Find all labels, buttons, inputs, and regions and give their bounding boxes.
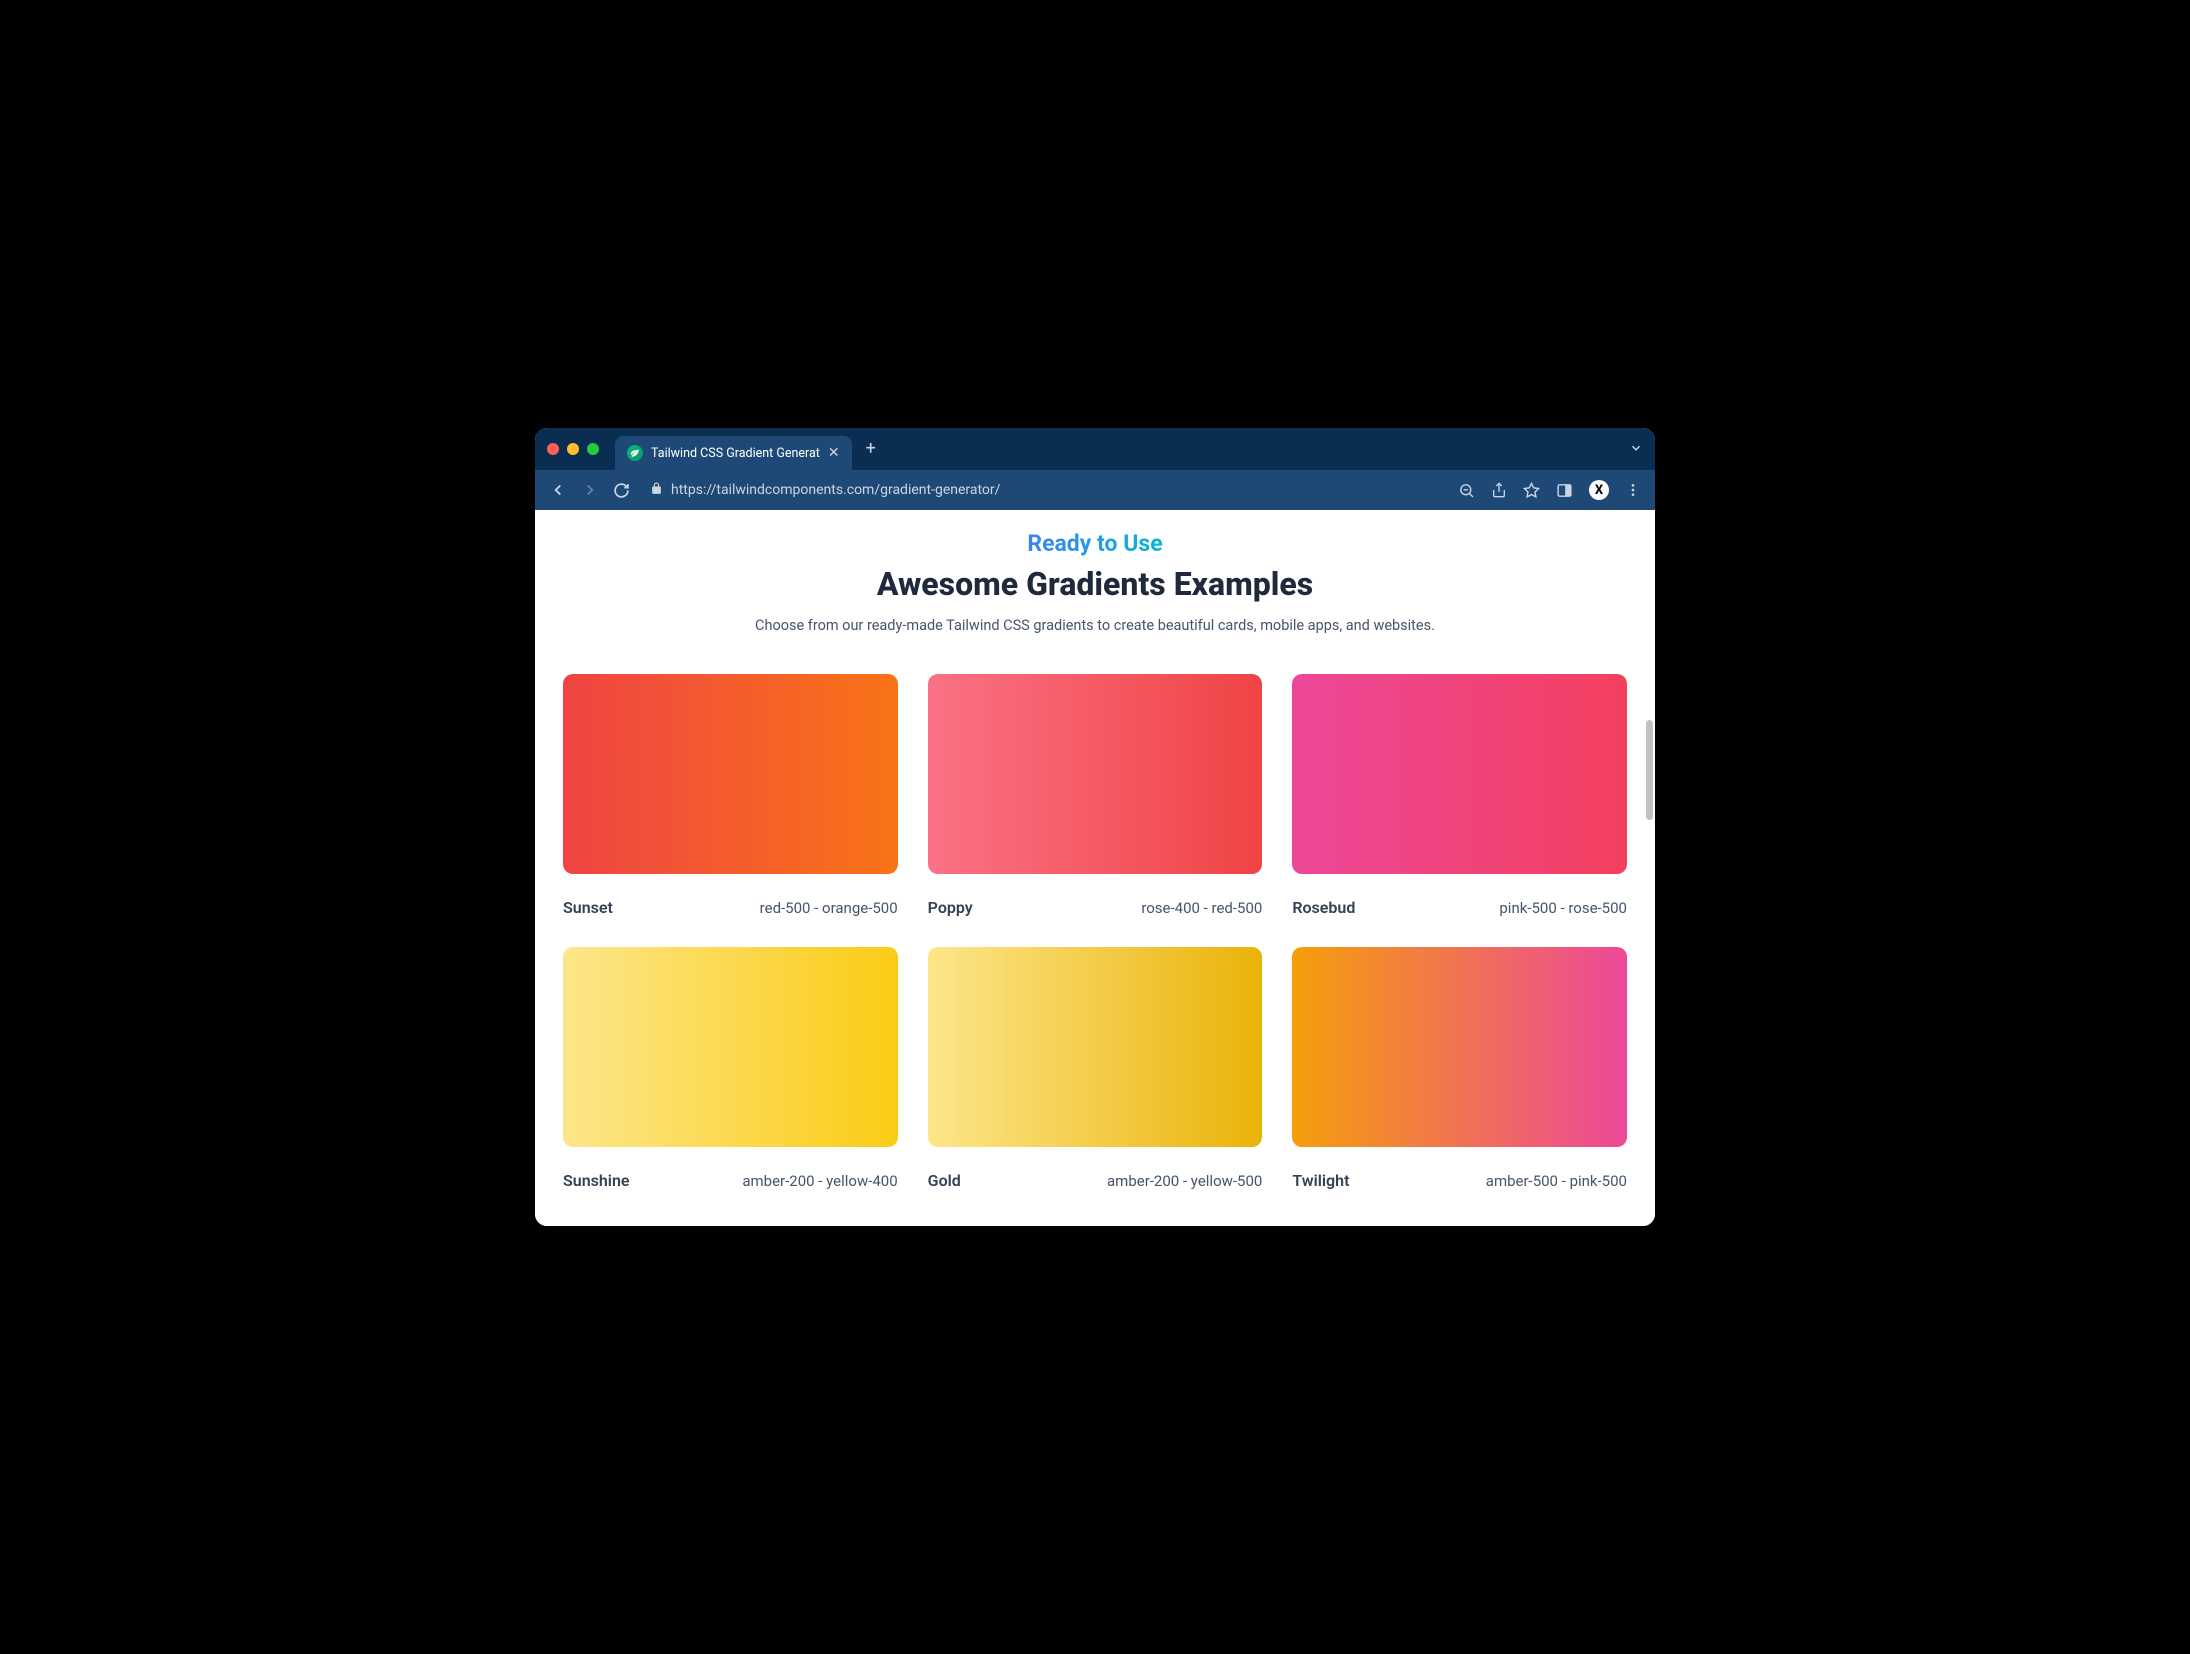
tab-title: Tailwind CSS Gradient Generat <box>651 446 820 461</box>
gradient-card[interactable]: Sunshine amber-200 - yellow-400 <box>563 947 898 1190</box>
forward-button[interactable] <box>581 481 599 499</box>
browser-toolbar: https://tailwindcomponents.com/gradient-… <box>535 470 1655 510</box>
address-bar[interactable]: https://tailwindcomponents.com/gradient-… <box>644 482 1444 499</box>
page-subtitle: Choose from our ready-made Tailwind CSS … <box>553 617 1637 634</box>
gradient-card[interactable]: Sunset red-500 - orange-500 <box>563 674 898 917</box>
toolbar-right: X <box>1458 480 1641 500</box>
gradient-colors-label: rose-400 - red-500 <box>1141 899 1262 917</box>
back-button[interactable] <box>549 481 567 499</box>
gradient-swatch[interactable] <box>563 947 898 1147</box>
leaf-icon <box>627 445 643 461</box>
gradient-card[interactable]: Poppy rose-400 - red-500 <box>928 674 1263 917</box>
gradient-card[interactable]: Twilight amber-500 - pink-500 <box>1292 947 1627 1190</box>
gradient-name: Gold <box>928 1171 961 1190</box>
gradient-colors-label: pink-500 - rose-500 <box>1499 899 1627 917</box>
gradient-swatch[interactable] <box>1292 947 1627 1147</box>
tabs-menu-button[interactable] <box>1629 440 1643 459</box>
gradient-swatch[interactable] <box>928 947 1263 1147</box>
gradient-colors-label: amber-200 - yellow-500 <box>1107 1172 1262 1190</box>
window-maximize-button[interactable] <box>587 443 599 455</box>
reload-button[interactable] <box>613 482 630 499</box>
card-footer: Gold amber-200 - yellow-500 <box>928 1171 1263 1190</box>
card-footer: Poppy rose-400 - red-500 <box>928 898 1263 917</box>
card-footer: Sunset red-500 - orange-500 <box>563 898 898 917</box>
bookmark-icon[interactable] <box>1523 482 1540 499</box>
gradient-swatch[interactable] <box>928 674 1263 874</box>
window-close-button[interactable] <box>547 443 559 455</box>
gradient-name: Rosebud <box>1292 898 1355 917</box>
url-text: https://tailwindcomponents.com/gradient-… <box>671 482 1000 498</box>
profile-avatar[interactable]: X <box>1589 480 1609 500</box>
gradient-name: Twilight <box>1292 1171 1349 1190</box>
zoom-icon[interactable] <box>1458 482 1475 499</box>
window-minimize-button[interactable] <box>567 443 579 455</box>
gradient-grid: Sunset red-500 - orange-500 Poppy rose-400 … <box>553 674 1637 1190</box>
gradient-name: Sunset <box>563 898 613 917</box>
browser-window: Tailwind CSS Gradient Generat ✕ + https:… <box>535 428 1655 1226</box>
sidepanel-icon[interactable] <box>1556 482 1573 499</box>
eyebrow: Ready to Use <box>1027 530 1162 557</box>
lock-icon <box>650 482 663 499</box>
gradient-swatch[interactable] <box>1292 674 1627 874</box>
menu-icon[interactable] <box>1625 482 1641 498</box>
gradient-colors-label: red-500 - orange-500 <box>760 899 898 917</box>
gradient-card[interactable]: Gold amber-200 - yellow-500 <box>928 947 1263 1190</box>
traffic-lights <box>547 443 599 455</box>
card-footer: Sunshine amber-200 - yellow-400 <box>563 1171 898 1190</box>
page-content: Ready to Use Awesome Gradients Examples … <box>535 510 1655 1226</box>
card-footer: Rosebud pink-500 - rose-500 <box>1292 898 1627 917</box>
close-tab-icon[interactable]: ✕ <box>828 446 840 460</box>
gradient-card[interactable]: Rosebud pink-500 - rose-500 <box>1292 674 1627 917</box>
page-title: Awesome Gradients Examples <box>553 565 1637 603</box>
card-footer: Twilight amber-500 - pink-500 <box>1292 1171 1627 1190</box>
gradient-colors-label: amber-200 - yellow-400 <box>742 1172 897 1190</box>
gradient-colors-label: amber-500 - pink-500 <box>1486 1172 1627 1190</box>
gradient-swatch[interactable] <box>563 674 898 874</box>
header-section: Ready to Use Awesome Gradients Examples … <box>553 530 1637 634</box>
gradient-name: Sunshine <box>563 1171 630 1190</box>
gradient-name: Poppy <box>928 898 973 917</box>
title-bar: Tailwind CSS Gradient Generat ✕ + <box>535 428 1655 470</box>
avatar-letter: X <box>1589 480 1609 500</box>
new-tab-button[interactable]: + <box>866 440 876 458</box>
scrollbar[interactable] <box>1646 720 1653 820</box>
share-icon[interactable] <box>1491 482 1507 498</box>
browser-tab[interactable]: Tailwind CSS Gradient Generat ✕ <box>615 436 852 470</box>
